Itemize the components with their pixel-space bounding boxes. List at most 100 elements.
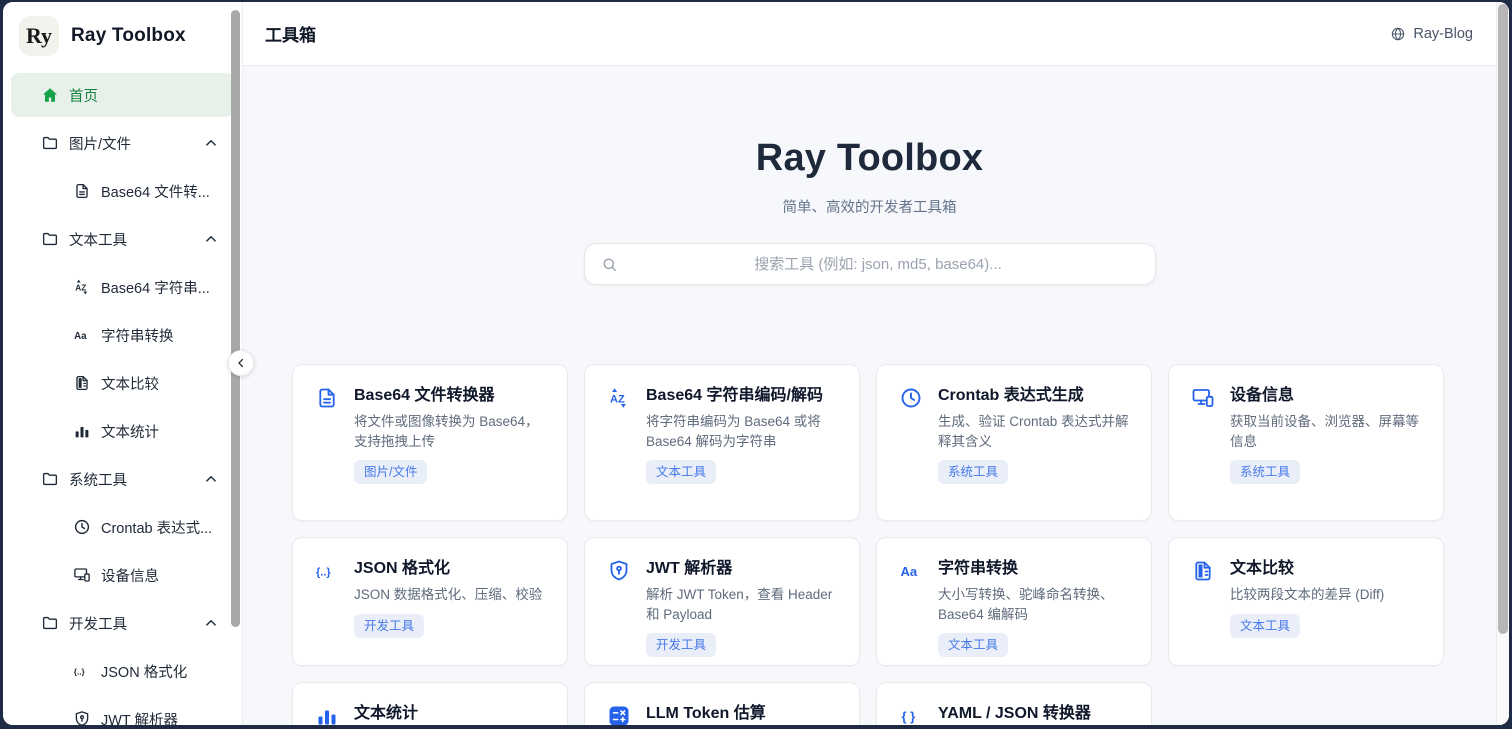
tool-card[interactable]: { }YAML / JSON 转换器 [876, 682, 1152, 725]
page-title: 工具箱 [265, 21, 316, 46]
tool-card-body: { }YAML / JSON 转换器 [899, 703, 1129, 725]
tool-card-category-badge: 文本工具 [938, 633, 1008, 657]
search-icon [601, 256, 618, 273]
sidebar-item[interactable]: Base64 文件转... [11, 169, 234, 213]
chevron-up-icon [202, 614, 220, 632]
chevron-up-icon [202, 230, 220, 248]
sidebar-item[interactable]: Crontab 表达式... [11, 505, 234, 549]
sidebar: Ry Ray Toolbox 首页图片/文件Base64 文件转...文本工具A… [3, 2, 243, 725]
clock-icon [899, 386, 923, 484]
content: Ray Toolbox 简单、高效的开发者工具箱 Base64 文件转换器将文件… [243, 66, 1509, 725]
calculator-icon [607, 704, 631, 725]
tool-card[interactable]: Base64 文件转换器将文件或图像转换为 Base64，支持拖拽上传图片/文件 [292, 364, 568, 521]
sidebar-item[interactable]: 开发工具 [11, 601, 234, 645]
topbar: 工具箱 Ray-Blog [243, 2, 1509, 66]
sidebar-item-label: 开发工具 [69, 613, 127, 634]
tool-card[interactable]: JWT 解析器解析 JWT Token，查看 Header 和 Payload开… [584, 537, 860, 666]
tool-card-category-badge: 系统工具 [938, 460, 1008, 484]
tool-card-description: 解析 JWT Token，查看 Header 和 Payload [646, 585, 837, 624]
sidebar-item[interactable]: 系统工具 [11, 457, 234, 501]
hero-title: Ray Toolbox [243, 136, 1496, 180]
file-diff-icon [73, 374, 91, 392]
svg-text:{..}: {..} [316, 567, 331, 579]
svg-text:Aa: Aa [74, 331, 87, 342]
devices-icon [1191, 386, 1215, 484]
tool-card-description: 将字符串编码为 Base64 或将 Base64 解码为字符串 [646, 412, 837, 451]
sidebar-item-label: JSON 格式化 [101, 661, 187, 682]
tool-card-category-badge: 文本工具 [646, 460, 716, 484]
svg-text:{..}: {..} [74, 667, 86, 676]
svg-text:AZ: AZ [610, 394, 625, 406]
sidebar-item[interactable]: 文本比较 [11, 361, 234, 405]
tool-card-body: LLM Token 估算 [607, 703, 837, 725]
svg-text:AZ: AZ [75, 283, 86, 292]
tool-card[interactable]: AZBase64 字符串编码/解码将字符串编码为 Base64 或将 Base6… [584, 364, 860, 521]
tool-card-description: JSON 数据格式化、压缩、校验 [354, 585, 542, 605]
tool-card-body: 设备信息获取当前设备、浏览器、屏幕等信息系统工具 [1191, 385, 1421, 484]
tool-card-body: Crontab 表达式生成生成、验证 Crontab 表达式并解释其含义系统工具 [899, 385, 1129, 484]
sidebar-scrollbar-thumb[interactable] [231, 10, 240, 627]
sidebar-item-label: 字符串转换 [101, 325, 174, 346]
folder-icon [41, 134, 59, 152]
text-case-icon: Aa [899, 559, 923, 657]
app-window: Ry Ray Toolbox 首页图片/文件Base64 文件转...文本工具A… [3, 2, 1509, 725]
tool-card[interactable]: 设备信息获取当前设备、浏览器、屏幕等信息系统工具 [1168, 364, 1444, 521]
main-scrollbar-thumb[interactable] [1498, 4, 1508, 634]
json-braces-icon: {..} [73, 662, 91, 680]
tool-card-grid: Base64 文件转换器将文件或图像转换为 Base64，支持拖拽上传图片/文件… [292, 364, 1444, 725]
tool-card-category-badge: 开发工具 [354, 614, 424, 638]
sidebar-collapse-button[interactable] [228, 350, 254, 376]
sidebar-item[interactable]: Aa 字符串转换 [11, 313, 234, 357]
tool-card[interactable]: LLM Token 估算 [584, 682, 860, 725]
tool-card-title: 文本统计 [354, 703, 418, 725]
tool-card-title: Base64 文件转换器 [354, 385, 545, 407]
tool-card[interactable]: 文本比较比较两段文本的差异 (Diff) 文本工具 [1168, 537, 1444, 666]
home-icon [41, 86, 59, 104]
tool-card-category-badge: 系统工具 [1230, 460, 1300, 484]
svg-text:{ }: { } [902, 709, 916, 724]
search-input[interactable] [618, 256, 1139, 273]
tool-card-title: JSON 格式化 [354, 558, 542, 580]
sidebar-item-label: 文本统计 [101, 421, 159, 442]
tool-card-title: 文本比较 [1230, 558, 1384, 580]
sidebar-item-label: 文本工具 [69, 229, 127, 250]
chevron-left-icon [234, 356, 248, 370]
tool-card-category-badge: 文本工具 [1230, 614, 1300, 638]
tool-card[interactable]: Aa 字符串转换大小写转换、驼峰命名转换、Base64 编解码文本工具 [876, 537, 1152, 666]
tool-card-body: Aa 字符串转换大小写转换、驼峰命名转换、Base64 编解码文本工具 [899, 558, 1129, 657]
svg-text:Aa: Aa [901, 564, 918, 579]
globe-icon [1390, 26, 1406, 42]
tool-card-description: 比较两段文本的差异 (Diff) [1230, 585, 1384, 605]
tool-card-body: Base64 文件转换器将文件或图像转换为 Base64，支持拖拽上传图片/文件 [315, 385, 545, 484]
tool-card[interactable]: 文本统计 [292, 682, 568, 725]
sidebar-item-label: JWT 解析器 [101, 709, 178, 726]
tool-card[interactable]: Crontab 表达式生成生成、验证 Crontab 表达式并解释其含义系统工具 [876, 364, 1152, 521]
sidebar-item-label: 首页 [69, 85, 98, 106]
sidebar-item[interactable]: JWT 解析器 [11, 697, 234, 725]
tool-card-description: 大小写转换、驼峰命名转换、Base64 编解码 [938, 585, 1129, 624]
tool-card-description: 获取当前设备、浏览器、屏幕等信息 [1230, 412, 1421, 451]
tool-card-body: AZBase64 字符串编码/解码将字符串编码为 Base64 或将 Base6… [607, 385, 837, 484]
tool-card-title: 字符串转换 [938, 558, 1129, 580]
sidebar-item-label: Crontab 表达式... [101, 517, 212, 538]
sidebar-item-label: 系统工具 [69, 469, 127, 490]
tool-card-category-badge: 图片/文件 [354, 460, 427, 484]
folder-icon [41, 230, 59, 248]
sidebar-item[interactable]: 文本统计 [11, 409, 234, 453]
sidebar-item[interactable]: {..} JSON 格式化 [11, 649, 234, 693]
devices-icon [73, 566, 91, 584]
sidebar-item-label: Base64 文件转... [101, 181, 210, 202]
folder-icon [41, 470, 59, 488]
sidebar-item[interactable]: AZBase64 字符串... [11, 265, 234, 309]
sidebar-item[interactable]: 文本工具 [11, 217, 234, 261]
tool-card[interactable]: {..} JSON 格式化 JSON 数据格式化、压缩、校验开发工具 [292, 537, 568, 666]
sidebar-item[interactable]: 图片/文件 [11, 121, 234, 165]
sidebar-item[interactable]: 设备信息 [11, 553, 234, 597]
blog-link[interactable]: Ray-Blog [1390, 26, 1473, 42]
tool-card-body: 文本统计 [315, 703, 545, 725]
tool-card-category-badge: 开发工具 [646, 633, 716, 657]
sidebar-item-label: 设备信息 [101, 565, 159, 586]
sidebar-item[interactable]: 首页 [11, 73, 234, 117]
folder-icon [41, 614, 59, 632]
tool-card-body: 文本比较比较两段文本的差异 (Diff) 文本工具 [1191, 558, 1421, 638]
